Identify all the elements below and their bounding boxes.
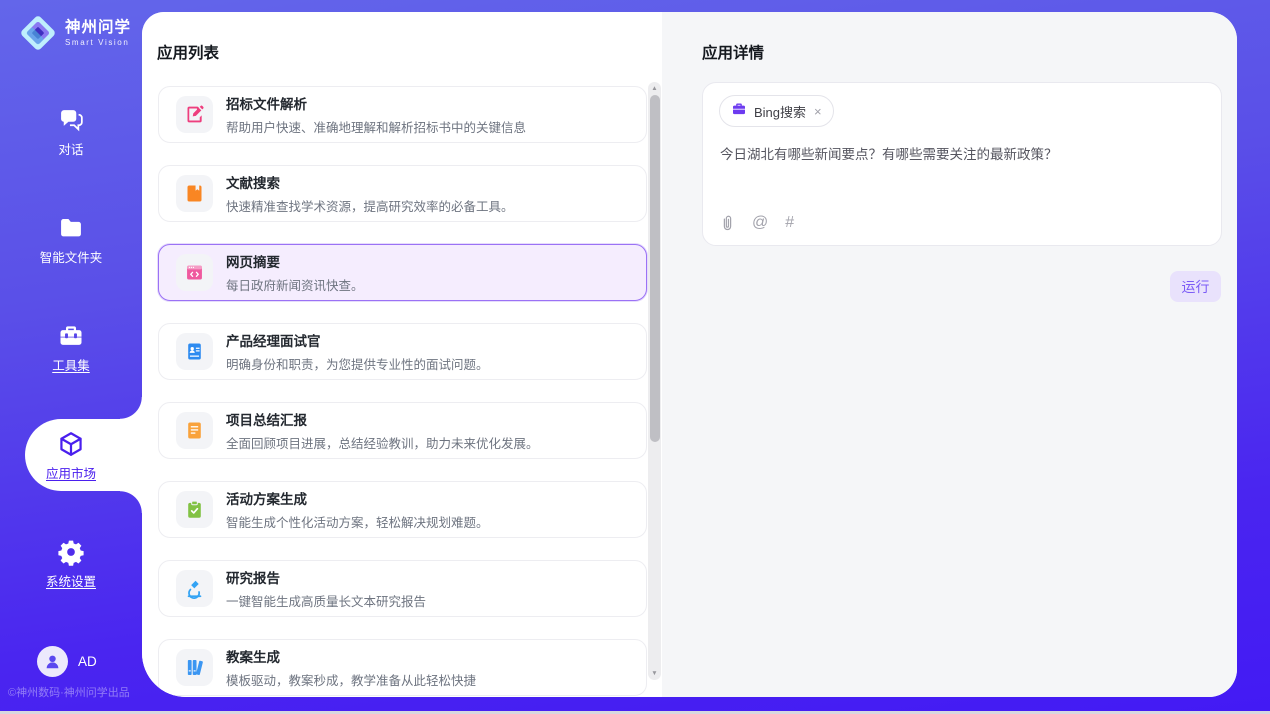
brand-name: 神州问学 <box>65 19 131 36</box>
app-card-text: 活动方案生成智能生成个性化活动方案，轻松解决规划难题。 <box>226 488 489 531</box>
app-card[interactable]: 教案生成模板驱动，教案秒成，教学准备从此轻松快捷 <box>158 639 647 696</box>
books-icon <box>176 649 213 686</box>
app-detail-title: 应用详情 <box>702 41 764 63</box>
app-card-list: 招标文件解析帮助用户快速、准确地理解和解析招标书中的关键信息文献搜索快速精准查找… <box>158 86 647 697</box>
scroll-up-icon[interactable]: ▲ <box>648 85 661 92</box>
app-card-text: 项目总结汇报全面回顾项目进展，总结经验教训，助力未来优化发展。 <box>226 409 539 452</box>
app-card-desc: 快速精准查找学术资源，提高研究效率的必备工具。 <box>226 196 514 215</box>
person-icon <box>43 652 62 671</box>
app-card-title: 教案生成 <box>226 646 476 666</box>
copyright-text: ©神州数码·神州问学出品 <box>8 684 130 700</box>
tool-chip-label: Bing搜索 <box>754 102 806 121</box>
sidebar-item-toolbox[interactable]: 工具集 <box>0 322 142 372</box>
app-card-desc: 帮助用户快速、准确地理解和解析招标书中的关键信息 <box>226 117 526 136</box>
report-icon <box>176 412 213 449</box>
app-card[interactable]: 招标文件解析帮助用户快速、准确地理解和解析招标书中的关键信息 <box>158 86 647 143</box>
app-card-title: 产品经理面试官 <box>226 330 489 350</box>
app-card-desc: 每日政府新闻资讯快查。 <box>226 275 364 294</box>
app-card-desc: 模板驱动，教案秒成，教学准备从此轻松快捷 <box>226 670 476 689</box>
gear-icon <box>57 538 85 566</box>
resume-icon <box>176 333 213 370</box>
app-card[interactable]: 研究报告一键智能生成高质量长文本研究报告 <box>158 560 647 617</box>
sidebar-item-label: 智能文件夹 <box>40 247 103 266</box>
app-card-text: 文献搜索快速精准查找学术资源，提高研究效率的必备工具。 <box>226 172 514 215</box>
mention-icon[interactable]: @ <box>752 214 768 232</box>
toolbox-icon <box>57 322 85 350</box>
user-row[interactable]: AD <box>37 646 97 677</box>
app-card-title: 活动方案生成 <box>226 488 489 508</box>
app-card[interactable]: 项目总结汇报全面回顾项目进展，总结经验教训，助力未来优化发展。 <box>158 402 647 459</box>
diamond-logo-icon <box>18 13 58 53</box>
app-card-text: 招标文件解析帮助用户快速、准确地理解和解析招标书中的关键信息 <box>226 93 526 136</box>
hash-icon[interactable]: # <box>785 214 794 232</box>
user-initials: AD <box>78 654 97 669</box>
app-card-title: 网页摘要 <box>226 251 364 271</box>
book-icon <box>176 175 213 212</box>
app-card[interactable]: 产品经理面试官明确身份和职责，为您提供专业性的面试问题。 <box>158 323 647 380</box>
brand-tagline: Smart Vision <box>65 38 131 47</box>
main-content: 应用列表 招标文件解析帮助用户快速、准确地理解和解析招标书中的关键信息文献搜索快… <box>142 12 1237 697</box>
prompt-input[interactable]: 今日湖北有哪些新闻要点？有哪些需要关注的最新政策？ <box>720 145 1200 164</box>
scroll-down-icon[interactable]: ▼ <box>648 670 661 677</box>
browser-code-icon <box>176 254 213 291</box>
sidebar-item-folder[interactable]: 智能文件夹 <box>0 214 142 264</box>
brand-logo: 神州问学 Smart Vision <box>18 13 131 53</box>
app-card-text: 产品经理面试官明确身份和职责，为您提供专业性的面试问题。 <box>226 330 489 373</box>
app-list-title: 应用列表 <box>157 41 219 63</box>
app-card-desc: 智能生成个性化活动方案，轻松解决规划难题。 <box>226 512 489 531</box>
app-card-desc: 明确身份和职责，为您提供专业性的面试问题。 <box>226 354 489 373</box>
app-card-desc: 一键智能生成高质量长文本研究报告 <box>226 591 426 610</box>
sidebar-item-cube[interactable]: 应用市场 <box>0 430 142 480</box>
run-button[interactable]: 运行 <box>1170 271 1221 302</box>
composer-toolbar: @# <box>720 214 794 232</box>
scrollbar-thumb[interactable] <box>650 95 660 442</box>
cube-icon <box>57 430 85 458</box>
sidebar-item-label: 对话 <box>58 139 83 158</box>
app-window: 神州问学 Smart Vision 对话智能文件夹工具集应用市场系统设置 AD … <box>0 0 1270 714</box>
briefcase-icon <box>731 101 747 122</box>
sidebar-item-label: 应用市场 <box>46 463 96 482</box>
app-card[interactable]: 文献搜索快速精准查找学术资源，提高研究效率的必备工具。 <box>158 165 647 222</box>
sidebar-item-label: 系统设置 <box>46 571 96 590</box>
edit-document-icon <box>176 96 213 133</box>
app-detail-panel: 应用详情 Bing搜索 × 今日湖北有哪些新闻要点？有哪些需要关注的最新政策？ … <box>662 12 1237 697</box>
clipboard-check-icon <box>176 491 213 528</box>
active-tab-notch <box>120 491 142 513</box>
folder-icon <box>57 214 85 242</box>
avatar[interactable] <box>37 646 68 677</box>
prompt-card: Bing搜索 × 今日湖北有哪些新闻要点？有哪些需要关注的最新政策？ @# <box>702 82 1222 246</box>
chat-icon <box>57 106 85 134</box>
app-card-title: 招标文件解析 <box>226 93 526 113</box>
app-card-text: 网页摘要每日政府新闻资讯快查。 <box>226 251 364 294</box>
sidebar-item-label: 工具集 <box>52 355 90 374</box>
paperclip-icon[interactable] <box>720 214 735 232</box>
chip-close-icon[interactable]: × <box>814 104 822 119</box>
app-list-panel: 应用列表 招标文件解析帮助用户快速、准确地理解和解析招标书中的关键信息文献搜索快… <box>142 12 662 697</box>
sidebar-item-chat[interactable]: 对话 <box>0 106 142 156</box>
scrollbar[interactable]: ▲ ▼ <box>648 82 661 680</box>
microscope-icon <box>176 570 213 607</box>
app-card[interactable]: 网页摘要每日政府新闻资讯快查。 <box>158 244 647 301</box>
app-card-title: 研究报告 <box>226 567 426 587</box>
app-card-title: 文献搜索 <box>226 172 514 192</box>
app-card[interactable]: 活动方案生成智能生成个性化活动方案，轻松解决规划难题。 <box>158 481 647 538</box>
app-card-title: 项目总结汇报 <box>226 409 539 429</box>
sidebar: 神州问学 Smart Vision 对话智能文件夹工具集应用市场系统设置 AD … <box>0 0 142 711</box>
tool-chip-bing-search[interactable]: Bing搜索 × <box>719 95 834 127</box>
app-card-text: 研究报告一键智能生成高质量长文本研究报告 <box>226 567 426 610</box>
app-card-desc: 全面回顾项目进展，总结经验教训，助力未来优化发展。 <box>226 433 539 452</box>
app-card-text: 教案生成模板驱动，教案秒成，教学准备从此轻松快捷 <box>226 646 476 689</box>
sidebar-item-gear[interactable]: 系统设置 <box>0 538 142 588</box>
